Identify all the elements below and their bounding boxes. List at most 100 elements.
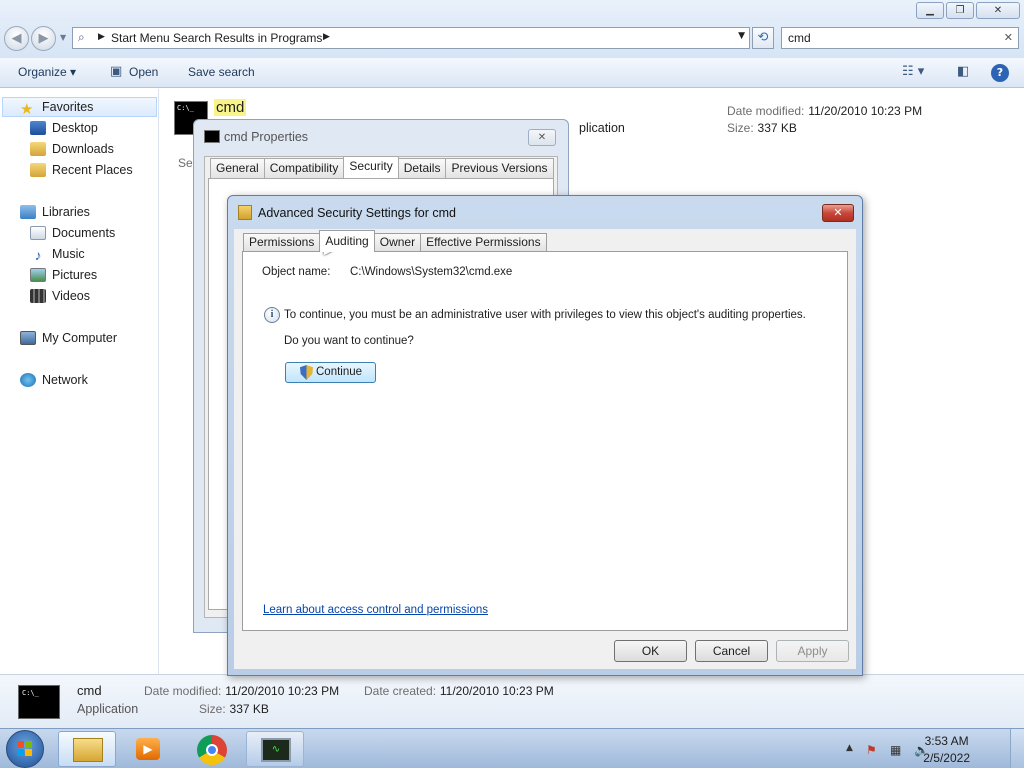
meta-value: 337 KB bbox=[229, 702, 269, 716]
info-message: To continue, you must be an administrati… bbox=[284, 309, 806, 321]
learn-more-link[interactable]: Learn about access control and permissio… bbox=[263, 604, 488, 616]
nav-my-computer[interactable]: My Computer bbox=[20, 328, 117, 348]
tab-details[interactable]: Details bbox=[397, 158, 447, 178]
confirm-question: Do you want to continue? bbox=[284, 335, 414, 347]
tab-previous-versions[interactable]: Previous Versions bbox=[445, 158, 554, 178]
dialog-title: Advanced Security Settings for cmd bbox=[258, 206, 457, 220]
nav-label: Documents bbox=[52, 226, 116, 240]
clear-search-icon[interactable]: ✕ bbox=[1004, 31, 1013, 44]
nav-recent-places[interactable]: Recent Places bbox=[30, 160, 133, 180]
uac-shield-icon bbox=[300, 365, 313, 380]
continue-label: Continue bbox=[316, 366, 363, 378]
videos-icon bbox=[30, 289, 46, 303]
chrome-center-icon bbox=[206, 744, 218, 756]
nav-libraries[interactable]: Libraries bbox=[20, 202, 90, 222]
nav-label: Videos bbox=[52, 289, 90, 303]
search-value[interactable]: cmd bbox=[788, 31, 811, 45]
meta-value: 337 KB bbox=[757, 121, 797, 135]
downloads-folder-icon bbox=[30, 142, 46, 156]
nav-documents[interactable]: Documents bbox=[30, 223, 115, 243]
nav-label: Downloads bbox=[52, 142, 114, 156]
folder-lock-icon bbox=[238, 205, 252, 220]
search-input[interactable]: cmd ✕ bbox=[781, 27, 1019, 49]
close-button[interactable]: ✕ bbox=[528, 129, 556, 146]
cancel-button[interactable]: Cancel bbox=[695, 640, 768, 662]
details-date-modified: Date modified: 11/20/2010 10:23 PM bbox=[144, 684, 339, 698]
details-pane: C:\_ cmd Application Date modified: 11/2… bbox=[0, 674, 1024, 728]
address-bar[interactable]: ⌕ ▶ Start Menu Search Results in Program… bbox=[72, 27, 750, 49]
save-search-button[interactable]: Save search bbox=[188, 65, 255, 79]
nav-label: Favorites bbox=[42, 100, 94, 114]
minimize-button[interactable]: ▁ bbox=[916, 2, 944, 19]
command-bar: Organize ▾ ▣ Open Save search ☷ ▾ ◧ ? bbox=[0, 58, 1024, 88]
address-path[interactable]: Start Menu Search Results in Programs bbox=[111, 31, 322, 45]
show-desktop-button[interactable] bbox=[1010, 729, 1024, 768]
clock[interactable]: 3:53 AM 2/5/2022 bbox=[923, 733, 970, 767]
ok-button[interactable]: OK bbox=[614, 640, 687, 662]
change-view-icon[interactable]: ☷ ▾ bbox=[902, 64, 924, 79]
taskbar-media-player[interactable]: ▶ bbox=[120, 731, 178, 767]
tab-owner[interactable]: Owner bbox=[373, 233, 422, 252]
organize-menu[interactable]: Organize ▾ bbox=[18, 65, 76, 79]
taskbar-chrome[interactable] bbox=[183, 731, 241, 767]
nav-network[interactable]: Network bbox=[20, 370, 88, 390]
taskbar-task-manager[interactable]: ∿ bbox=[246, 731, 304, 767]
tab-compatibility[interactable]: Compatibility bbox=[263, 158, 345, 178]
advanced-security-dialog: Advanced Security Settings for cmd ✕ Per… bbox=[227, 195, 863, 676]
show-hidden-icons[interactable]: ▲ bbox=[846, 743, 853, 753]
breadcrumb-arrow-icon[interactable]: ▶ bbox=[98, 32, 105, 42]
apply-button[interactable]: Apply bbox=[776, 640, 849, 662]
help-icon[interactable]: ? bbox=[991, 64, 1009, 82]
action-center-icon[interactable]: ⚑ bbox=[866, 743, 877, 757]
nav-desktop[interactable]: Desktop bbox=[30, 118, 98, 138]
maximize-button[interactable]: ❐ bbox=[946, 2, 974, 19]
folder-icon bbox=[73, 738, 103, 762]
forward-button[interactable]: ▶ bbox=[31, 26, 56, 51]
refresh-button[interactable]: ⟲ bbox=[752, 27, 774, 49]
tab-strip: Permissions Auditing Owner Effective Per… bbox=[243, 230, 547, 252]
nav-pictures[interactable]: Pictures bbox=[30, 265, 97, 285]
nav-downloads[interactable]: Downloads bbox=[30, 139, 114, 159]
tab-security[interactable]: Security bbox=[343, 156, 399, 178]
meta-label: Size: bbox=[199, 702, 226, 716]
continue-button[interactable]: Continue bbox=[285, 362, 376, 383]
object-name-label: Object name: bbox=[262, 266, 331, 278]
tab-general[interactable]: General bbox=[210, 158, 265, 178]
tab-effective-permissions[interactable]: Effective Permissions bbox=[420, 233, 547, 252]
meta-label: Size: bbox=[727, 121, 754, 135]
tab-strip: General Compatibility Security Details P… bbox=[210, 156, 554, 178]
task-manager-icon: ∿ bbox=[261, 738, 291, 762]
open-button[interactable]: Open bbox=[129, 65, 158, 79]
preview-pane-icon[interactable]: ◧ bbox=[957, 64, 969, 79]
nav-label: Recent Places bbox=[52, 163, 133, 177]
explorer-header: ▁ ❐ ✕ ◀ ▶ ▼ ⌕ ▶ Start Menu Search Result… bbox=[0, 0, 1024, 58]
music-icon: ♪ bbox=[34, 247, 42, 263]
network-tray-icon[interactable]: ▦ bbox=[890, 743, 901, 757]
breadcrumb-arrow-icon[interactable]: ▶ bbox=[323, 32, 330, 42]
meta-value: 11/20/2010 10:23 PM bbox=[439, 684, 554, 698]
details-date-created: Date created: 11/20/2010 10:23 PM bbox=[364, 684, 554, 698]
meta-value: 11/20/2010 10:23 PM bbox=[225, 684, 340, 698]
documents-icon bbox=[30, 226, 46, 240]
close-button[interactable]: ✕ bbox=[976, 2, 1020, 19]
close-button[interactable]: ✕ bbox=[822, 204, 854, 222]
taskbar-explorer[interactable] bbox=[58, 731, 116, 767]
back-button[interactable]: ◀ bbox=[4, 26, 29, 51]
nav-label: Libraries bbox=[42, 205, 90, 219]
open-icon: ▣ bbox=[110, 64, 123, 79]
result-name: cmd bbox=[214, 99, 247, 116]
clock-time: 3:53 AM bbox=[924, 734, 969, 748]
result-size: Size: 337 KB bbox=[727, 121, 797, 135]
result-date-modified: Date modified: 11/20/2010 10:23 PM bbox=[727, 104, 922, 118]
nav-music[interactable]: ♪ Music bbox=[30, 244, 85, 264]
recent-pages-dropdown-icon[interactable]: ▼ bbox=[60, 33, 66, 42]
tab-permissions[interactable]: Permissions bbox=[243, 233, 321, 252]
tab-auditing[interactable]: Auditing bbox=[319, 230, 375, 252]
nav-favorites[interactable]: ★ Favorites bbox=[2, 97, 157, 118]
dialog-body: Permissions Auditing Owner Effective Per… bbox=[234, 229, 856, 669]
recent-places-icon bbox=[30, 163, 46, 177]
start-button[interactable] bbox=[6, 730, 44, 768]
nav-videos[interactable]: Videos bbox=[30, 286, 90, 306]
address-dropdown-icon[interactable]: ▼ bbox=[738, 31, 745, 41]
computer-icon bbox=[20, 331, 36, 345]
